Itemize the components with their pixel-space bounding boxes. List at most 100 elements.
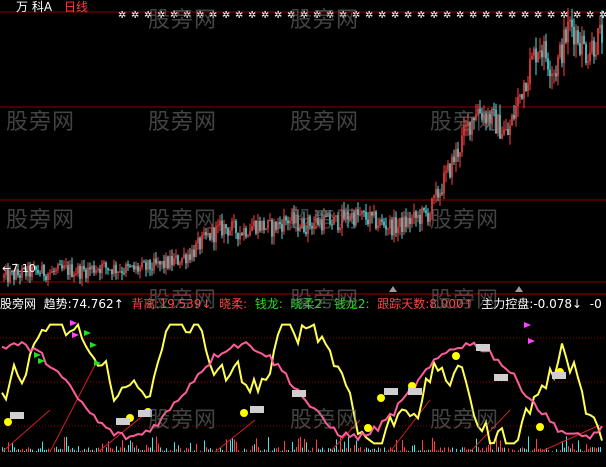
candle-body	[443, 172, 445, 194]
candle-body	[579, 43, 581, 55]
candle-body	[401, 217, 403, 233]
histogram-bar	[224, 451, 225, 452]
candle-body	[405, 216, 407, 227]
histogram-bar	[410, 451, 411, 452]
histogram-bar	[434, 441, 435, 452]
candle-body	[45, 276, 47, 281]
top-dot-marker: ✲	[365, 10, 373, 21]
histogram-bar	[66, 436, 67, 452]
histogram-bar	[350, 448, 351, 452]
histogram-bar	[332, 450, 333, 452]
histogram-bar	[318, 448, 319, 452]
histogram-bar	[24, 450, 25, 452]
histogram-bar	[180, 448, 181, 452]
histogram-bar	[346, 447, 347, 452]
candle-body	[107, 267, 109, 271]
top-dot-marker: ✲	[547, 10, 555, 21]
candle-body	[261, 220, 263, 231]
watermark: 股旁网	[430, 288, 500, 313]
candle-body	[97, 268, 99, 271]
candle-body	[137, 266, 139, 272]
candle-body	[379, 219, 381, 226]
candle-body	[163, 261, 165, 268]
candle-body	[519, 94, 521, 98]
candle-body	[499, 114, 501, 139]
candle-body	[535, 48, 537, 63]
histogram-bar	[256, 438, 257, 452]
candle-body	[151, 269, 153, 271]
candle-body	[247, 235, 249, 237]
candle-body	[433, 195, 435, 199]
candle-body	[175, 255, 177, 259]
candle-body	[597, 28, 599, 55]
candle-body	[255, 221, 257, 234]
histogram-bar	[140, 450, 141, 452]
candle-body	[245, 228, 247, 237]
candle-body	[241, 233, 243, 236]
candle-body	[161, 261, 163, 265]
ramp-line	[49, 364, 96, 453]
histogram-bar	[228, 451, 229, 452]
histogram-bar	[430, 449, 431, 452]
histogram-bar	[112, 448, 113, 452]
histogram-bar	[38, 448, 39, 452]
histogram-bar	[578, 440, 579, 452]
candle-body	[557, 56, 559, 77]
candle-body	[551, 73, 553, 77]
candle-body	[263, 220, 265, 230]
candle-body	[555, 73, 557, 77]
histogram-bar	[244, 448, 245, 452]
candle-body	[139, 267, 141, 272]
candle-body	[425, 210, 427, 213]
histogram-bar	[82, 450, 83, 452]
watermark: 股旁网	[6, 110, 76, 135]
candle-body	[193, 249, 195, 257]
candle-body	[99, 268, 101, 274]
top-dot-marker: ✲	[456, 10, 464, 21]
histogram-bar	[360, 447, 361, 452]
candle-body	[217, 225, 219, 227]
chart-window[interactable]: ✲✲✲✲✲✲✲✲✲✲✲✲✲✲✲✲✲✲✲✲✲✲✲✲✲✲✲✲✲✲✲✲✲✲✲✲✲✲ 万…	[0, 0, 606, 467]
histogram-bar	[276, 448, 277, 452]
histogram-bar	[328, 448, 329, 452]
histogram-bar	[150, 447, 151, 452]
histogram-bar	[354, 444, 355, 452]
candle-body	[547, 58, 549, 70]
candle-body	[385, 225, 387, 230]
histogram-bar	[292, 441, 293, 452]
histogram-bar	[274, 448, 275, 452]
histogram-bar	[114, 450, 115, 452]
candle-body	[169, 255, 171, 269]
histogram-bar	[348, 436, 349, 452]
candle-body	[397, 227, 399, 233]
top-dot-marker: ✲	[404, 10, 412, 21]
candle-body	[179, 263, 181, 265]
histogram-bar	[514, 450, 515, 452]
candle-body	[149, 260, 151, 270]
histogram-bar	[44, 449, 45, 452]
candle-body	[129, 265, 131, 267]
histogram-bar	[176, 448, 177, 452]
histogram-bar	[178, 445, 179, 452]
histogram-bar	[466, 449, 467, 452]
candle-body	[191, 249, 193, 260]
candle-body	[75, 273, 77, 275]
histogram-bar	[48, 448, 49, 452]
candle-body	[187, 254, 189, 264]
signal-dot	[4, 418, 12, 426]
histogram-bar	[222, 450, 223, 452]
histogram-bar	[396, 439, 397, 452]
histogram-bar	[308, 449, 309, 452]
histogram-bar	[212, 449, 213, 452]
histogram-bar	[130, 440, 131, 452]
histogram-bar	[492, 449, 493, 452]
signal-tag	[552, 372, 566, 379]
histogram-bar	[250, 450, 251, 452]
histogram-bar	[64, 437, 65, 452]
histogram-bar	[460, 449, 461, 452]
top-dot-marker: ✲	[521, 10, 529, 21]
histogram-bar	[482, 448, 483, 452]
histogram-bar	[34, 451, 35, 452]
candle-body	[523, 82, 525, 99]
histogram-bar	[258, 447, 259, 452]
